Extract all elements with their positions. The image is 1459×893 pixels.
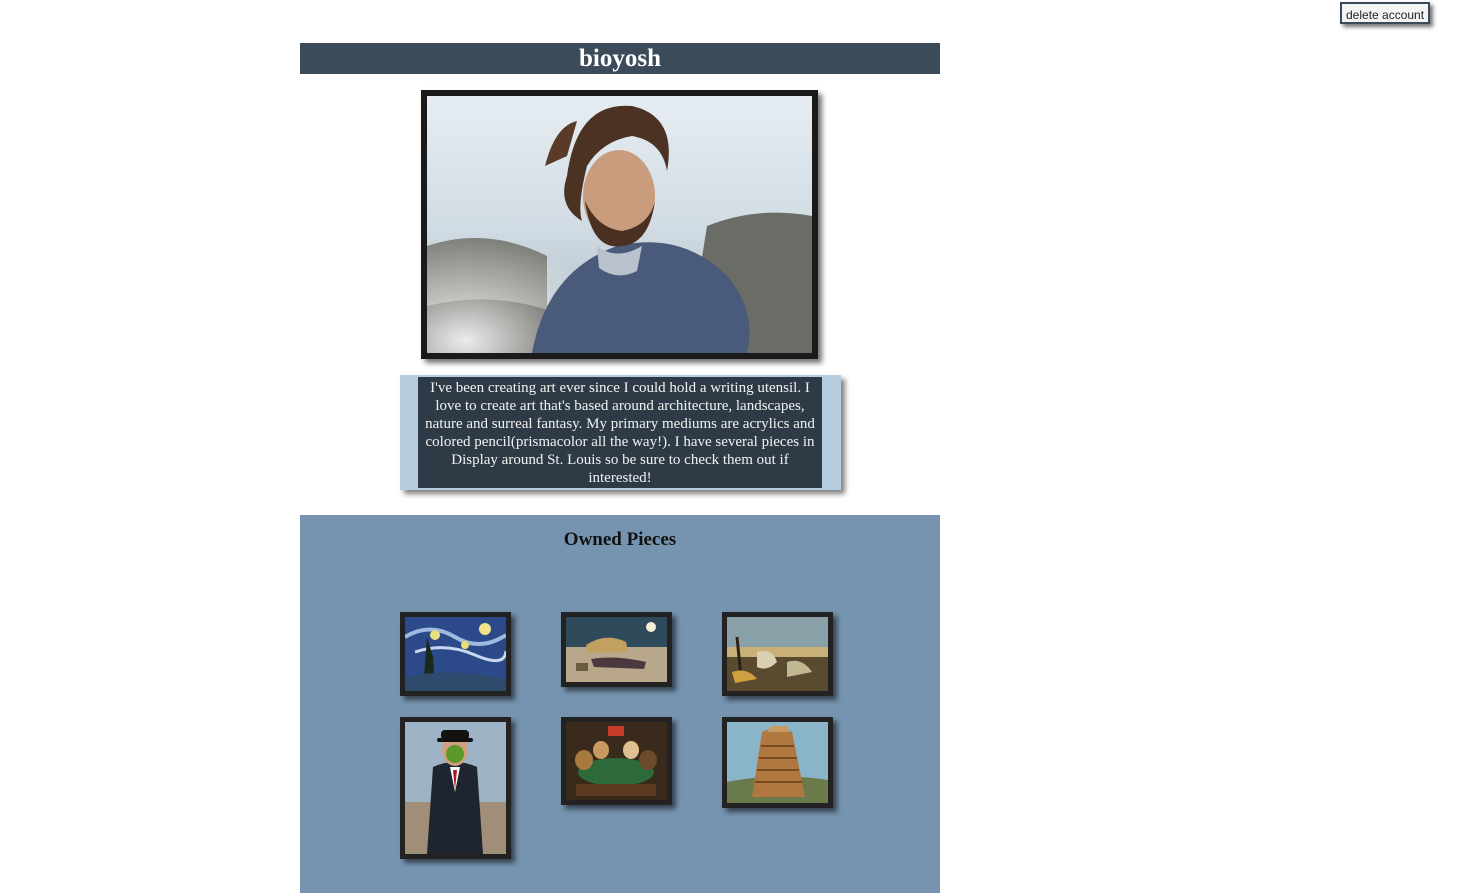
artwork-image — [727, 617, 828, 691]
artwork-thumbnail-son-of-man[interactable] — [400, 717, 511, 859]
profile-photo-frame — [421, 90, 818, 359]
artwork-thumbnail-sleeping-gypsy[interactable] — [561, 612, 672, 687]
username-title: bioyosh — [300, 43, 940, 74]
bio-text: I've been creating art ever since I coul… — [418, 377, 822, 488]
owned-pieces-heading: Owned Pieces — [563, 529, 677, 550]
artwork-thumbnail-starry-night[interactable] — [400, 612, 511, 696]
artwork-thumbnail-persistence-of-memory[interactable] — [722, 612, 833, 696]
artwork-image — [405, 617, 506, 691]
artwork-thumbnail-dogs-playing-poker[interactable] — [561, 717, 672, 805]
artwork-image — [405, 722, 506, 854]
artwork-image — [566, 617, 667, 682]
page: delete account bioyosh I've been creatin… — [0, 0, 1459, 893]
artwork-thumbnail-tower-of-babel[interactable] — [722, 717, 833, 808]
profile-photo — [427, 96, 812, 353]
artwork-image — [566, 722, 667, 800]
artwork-image — [727, 722, 828, 803]
owned-pieces-section: Owned Pieces — [300, 515, 940, 893]
bio-box: I've been creating art ever since I coul… — [400, 375, 841, 490]
delete-account-button[interactable]: delete account — [1340, 2, 1431, 24]
profile-photo-illustration — [427, 96, 812, 353]
